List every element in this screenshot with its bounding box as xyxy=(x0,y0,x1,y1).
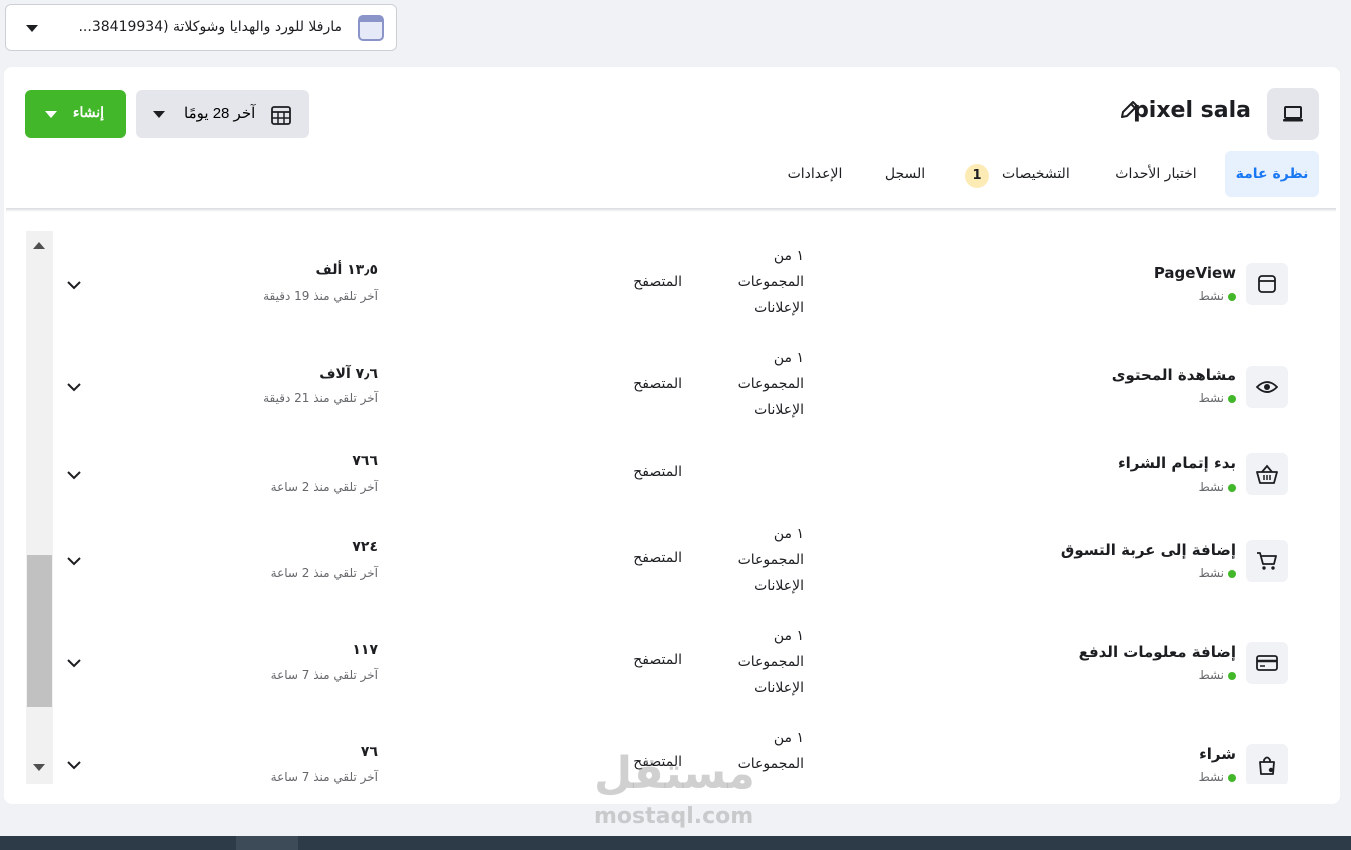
cart-icon xyxy=(1257,552,1277,570)
laptop-icon xyxy=(1283,106,1303,122)
header-divider xyxy=(6,208,1336,212)
ad-account-selector[interactable]: مارفلا للورد والهدايا وشوكلاتة (38419934… xyxy=(5,4,397,51)
pencil-icon[interactable] xyxy=(1118,99,1140,121)
event-count: ١١٧ xyxy=(352,642,378,658)
event-icon-box xyxy=(1246,744,1288,784)
event-icon-box xyxy=(1246,540,1288,582)
event-last-received: آخر تلقي منذ 2 ساعة xyxy=(270,566,378,580)
event-ad-groups: ١ من المجموعات xyxy=(737,730,804,772)
event-count: ٧٢٤ xyxy=(352,539,378,555)
event-source: المتصفح xyxy=(633,754,682,770)
event-last-received: آخر تلقي منذ 7 ساعة xyxy=(270,668,378,682)
taskbar-app-button[interactable] xyxy=(236,836,298,850)
event-ad-groups: ١ من المجموعات الإعلانات xyxy=(737,350,804,418)
event-source: المتصفح xyxy=(633,274,682,290)
event-count: ٧٦ xyxy=(360,744,378,760)
shopping-bag-icon xyxy=(1259,756,1275,775)
create-button-label: إنشاء xyxy=(72,104,104,120)
date-range-picker[interactable]: آخر 28 يومًا xyxy=(136,90,309,138)
ad-account-name: مارفلا للورد والهدايا وشوكلاتة (38419934… xyxy=(78,19,342,35)
event-source: المتصفح xyxy=(633,464,682,480)
chevron-down-icon[interactable] xyxy=(66,277,82,293)
pixel-source-icon-box xyxy=(1267,88,1319,140)
event-icon-box xyxy=(1246,366,1288,408)
chevron-down-icon xyxy=(153,111,165,118)
event-name: PageView xyxy=(1153,264,1236,282)
calendar-icon xyxy=(271,106,291,125)
os-taskbar xyxy=(0,836,1351,850)
active-status-dot xyxy=(1228,569,1236,578)
active-status-dot xyxy=(1228,671,1236,680)
chevron-down-icon[interactable] xyxy=(66,553,82,569)
active-status-dot xyxy=(1228,292,1236,301)
event-name: مشاهدة المحتوى xyxy=(1111,366,1236,384)
chevron-down-icon[interactable] xyxy=(66,379,82,395)
event-row[interactable]: ٧٫٦ آلاف آخر تلقي منذ 21 دقيقة المتصفح ١… xyxy=(54,333,1336,435)
event-status: نشط xyxy=(1199,668,1236,682)
event-row[interactable]: ١٣٫٥ ألف آخر تلقي منذ 19 دقيقة المتصفح ١… xyxy=(54,231,1336,333)
credit-card-icon xyxy=(1256,655,1278,671)
basket-icon xyxy=(1256,464,1278,484)
event-ad-groups: ١ من المجموعات الإعلانات xyxy=(737,248,804,316)
chevron-down-icon xyxy=(45,111,57,118)
diagnostics-count-badge: 1 xyxy=(965,164,989,188)
scroll-up-arrow-icon[interactable] xyxy=(33,242,45,249)
pixel-title: pixel sala xyxy=(1133,98,1251,123)
scrollbar-thumb[interactable] xyxy=(27,555,52,707)
watermark-latin: mostaql.com xyxy=(594,804,754,829)
events-scrollbar[interactable] xyxy=(26,231,53,784)
event-last-received: آخر تلقي منذ 7 ساعة xyxy=(270,770,378,784)
event-source: المتصفح xyxy=(633,376,682,392)
event-source: المتصفح xyxy=(633,652,682,668)
event-name: إضافة معلومات الدفع xyxy=(1078,643,1236,661)
event-count: ٧٦٦ xyxy=(352,453,378,469)
event-count: ٧٫٦ آلاف xyxy=(319,366,378,382)
event-status: نشط xyxy=(1199,391,1236,405)
event-row[interactable]: ٧٦ آخر تلقي منذ 7 ساعة المتصفح ١ من المج… xyxy=(54,725,1336,784)
event-ad-groups: ١ من المجموعات الإعلانات xyxy=(737,628,804,696)
event-status: نشط xyxy=(1199,289,1236,303)
event-count: ١٣٫٥ ألف xyxy=(315,262,378,278)
tab-history[interactable]: السجل xyxy=(880,151,930,197)
event-source: المتصفح xyxy=(633,550,682,566)
event-status: نشط xyxy=(1199,480,1236,494)
active-status-dot xyxy=(1228,483,1236,492)
event-row[interactable]: ٧٢٤ آخر تلقي منذ 2 ساعة المتصفح ١ من الم… xyxy=(54,521,1336,623)
chevron-down-icon[interactable] xyxy=(66,467,82,483)
chevron-down-icon[interactable] xyxy=(66,757,82,773)
event-last-received: آخر تلقي منذ 21 دقيقة xyxy=(263,391,378,405)
tab-test-events[interactable]: اختبار الأحداث xyxy=(1110,151,1202,197)
chevron-down-icon[interactable] xyxy=(66,655,82,671)
event-row[interactable]: ٧٦٦ آخر تلقي منذ 2 ساعة المتصفح بدء إتما… xyxy=(54,435,1336,521)
create-button[interactable]: إنشاء xyxy=(25,90,126,138)
event-row[interactable]: ١١٧ آخر تلقي منذ 7 ساعة المتصفح ١ من الم… xyxy=(54,623,1336,725)
date-range-label: آخر 28 يومًا xyxy=(184,105,256,122)
event-last-received: آخر تلقي منذ 2 ساعة xyxy=(270,480,378,494)
tab-overview[interactable]: نظرة عامة xyxy=(1225,151,1319,197)
eye-icon xyxy=(1256,381,1278,393)
scroll-down-arrow-icon[interactable] xyxy=(33,764,45,771)
store-icon xyxy=(358,15,384,41)
event-icon-box xyxy=(1246,453,1288,495)
event-last-received: آخر تلقي منذ 19 دقيقة xyxy=(263,289,378,303)
chevron-down-icon xyxy=(26,25,38,32)
events-list: ١٣٫٥ ألف آخر تلقي منذ 19 دقيقة المتصفح ١… xyxy=(54,231,1336,784)
active-status-dot xyxy=(1228,394,1236,403)
active-status-dot xyxy=(1228,773,1236,782)
event-name: إضافة إلى عربة التسوق xyxy=(1060,541,1236,559)
event-icon-box xyxy=(1246,642,1288,684)
event-name: شراء xyxy=(1199,745,1236,763)
tab-settings[interactable]: الإعدادات xyxy=(780,151,850,197)
event-status: نشط xyxy=(1199,566,1236,580)
event-status: نشط xyxy=(1199,770,1236,784)
browser-window-icon xyxy=(1258,275,1276,293)
tab-diagnostics-label: التشخيصات xyxy=(1002,166,1070,182)
event-icon-box xyxy=(1246,263,1288,305)
event-name: بدء إتمام الشراء xyxy=(1117,454,1236,472)
event-ad-groups: ١ من المجموعات الإعلانات xyxy=(737,526,804,594)
tab-diagnostics[interactable]: 1 التشخيصات xyxy=(962,151,1072,197)
